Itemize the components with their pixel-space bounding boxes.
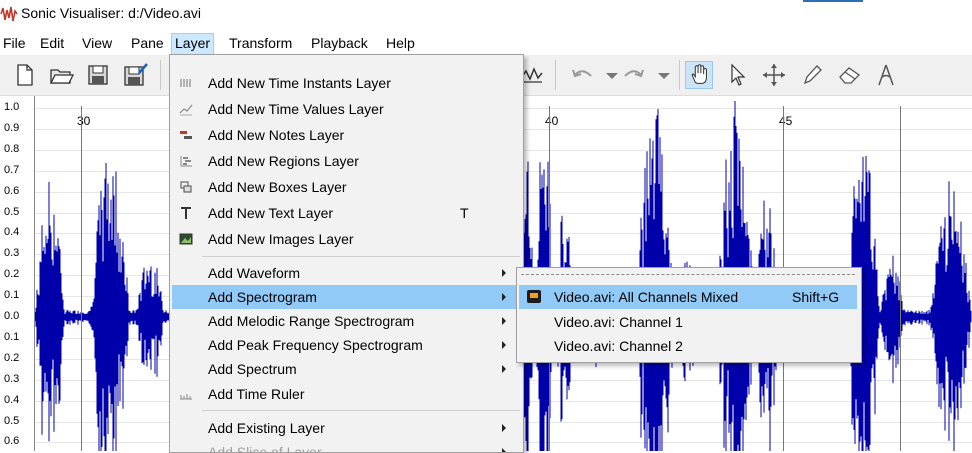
y-tick-label: 0.9 [4,121,20,134]
menu-help[interactable]: Help [383,33,418,54]
regions-icon [180,156,192,167]
submenu-arrow-icon [502,317,506,325]
save-icon[interactable] [84,61,112,89]
title-accent [803,0,863,2]
y-tick-label: 0.2 [4,268,20,281]
title-bar: Sonic Visualiser: d:/Video.avi [0,0,972,32]
menu-playback[interactable]: Playback [308,33,371,54]
time-ruler-label: 40 [545,114,559,128]
spectrogram-shortcut: Shift+G [792,289,840,305]
submenu-channel-2[interactable]: Video.avi: Channel 2 [519,334,857,358]
notes-icon [180,131,192,139]
measure-icon[interactable] [872,61,900,89]
text-layer-shortcut: T [460,205,469,221]
vertical-scale: 1.0 0.9 0.8 0.7 0.6 0.5 0.4 0.3 0.2 0.1 0.0 0.1 0.2 0… [0,96,35,451]
y-tick-label: 0.3 [4,372,20,385]
menu-add-new-boxes-layer[interactable]: Add New Boxes Layer [172,175,521,199]
submenu-all-channels-mixed[interactable]: Video.avi: All Channels Mixed Shift+G [519,285,857,309]
y-tick-label: 0.6 [4,184,20,197]
submenu-channel-1[interactable]: Video.avi: Channel 1 [519,310,857,334]
toolbar-separator [555,60,556,90]
new-file-icon[interactable] [10,61,38,89]
menu-add-existing-layer[interactable]: Add Existing Layer [172,416,521,440]
navigate-hand-icon[interactable] [685,61,713,89]
toolbar-separator [160,60,161,90]
y-tick-label: 0.4 [4,226,20,239]
menu-add-slice-of-layer[interactable]: Add Slice of Layer [172,440,521,452]
submenu-arrow-icon [502,293,506,301]
y-tick-label: 0.3 [4,247,20,260]
menu-add-time-ruler[interactable]: Add Time Ruler [172,382,521,406]
erase-icon[interactable] [836,61,864,89]
y-tick-label: 1.0 [4,101,20,113]
menu-transform[interactable]: Transform [226,33,295,54]
menu-add-spectrogram[interactable]: Add Spectrogram [172,285,521,309]
menu-file[interactable]: File [0,33,29,54]
boxes-icon [180,181,192,193]
y-tick-label: 0.1 [4,330,20,343]
time-ruler-line [81,106,82,451]
menu-add-new-time-instants-layer[interactable]: Add New Time Instants Layer [172,71,521,95]
menu-add-new-regions-layer[interactable]: Add New Regions Layer [172,149,521,173]
draw-pencil-icon[interactable] [798,61,826,89]
submenu-arrow-icon [502,365,506,373]
menu-separator [202,256,520,257]
menu-bar: File Edit View Pane Layer Transform Play… [0,32,972,56]
select-arrow-icon[interactable] [723,61,751,89]
time-ruler-line [900,106,901,451]
menu-add-new-notes-layer[interactable]: Add New Notes Layer [172,123,521,147]
submenu-arrow-icon [502,448,506,452]
undo-icon[interactable] [568,61,596,89]
menu-add-new-time-values-layer[interactable]: Add New Time Values Layer [172,97,521,121]
y-tick-label: 0.7 [4,163,20,176]
y-tick-label: 0.5 [4,414,20,427]
submenu-arrow-icon [502,424,506,432]
time-ruler-label: 30 [77,114,91,128]
spectrogram-submenu: Video.avi: All Channels Mixed Shift+G Vi… [516,267,862,363]
menu-add-waveform[interactable]: Add Waveform [172,261,521,285]
move-icon[interactable] [760,61,788,89]
y-tick-label: 0.8 [4,142,20,155]
sonic-visualiser-app-icon [0,5,18,23]
menu-edit[interactable]: Edit [37,33,67,54]
tear-off-handle[interactable] [521,274,855,275]
time-instants-icon [180,79,191,87]
text-icon [181,207,191,219]
menu-add-melodic-range-spectrogram[interactable]: Add Melodic Range Spectrogram [172,309,521,333]
time-ruler-label: 45 [779,114,793,128]
open-folder-icon[interactable] [47,61,75,89]
submenu-arrow-icon [502,269,506,277]
layer-menu: Add New Time Instants Layer Add New Time… [169,54,524,453]
y-tick-label: 0.0 [4,310,20,322]
time-values-icon [179,104,193,116]
menu-separator [202,410,520,411]
menu-view[interactable]: View [79,33,115,54]
y-tick-label: 0.1 [4,289,20,302]
redo-icon[interactable] [620,61,648,89]
y-tick-label: 0.6 [4,435,20,448]
y-tick-label: 0.4 [4,393,20,406]
menu-add-new-text-layer[interactable]: Add New Text Layer T [172,201,521,225]
menu-layer[interactable]: Layer [171,33,215,56]
toolbar-separator [679,60,680,90]
time-ruler-icon [180,394,192,400]
menu-add-peak-frequency-spectrogram[interactable]: Add Peak Frequency Spectrogram [172,333,521,357]
submenu-arrow-icon [502,341,506,349]
redo-dropdown-icon[interactable] [650,61,678,89]
menu-add-new-images-layer[interactable]: Add New Images Layer [172,227,521,251]
menu-add-spectrum[interactable]: Add Spectrum [172,357,521,381]
images-icon [179,233,193,245]
save-session-icon[interactable] [121,61,149,89]
y-tick-label: 0.5 [4,205,20,218]
spectrogram-icon [527,290,541,303]
window-title: Sonic Visualiser: d:/Video.avi [21,5,202,21]
y-tick-label: 0.2 [4,351,20,364]
menu-pane[interactable]: Pane [128,33,167,54]
